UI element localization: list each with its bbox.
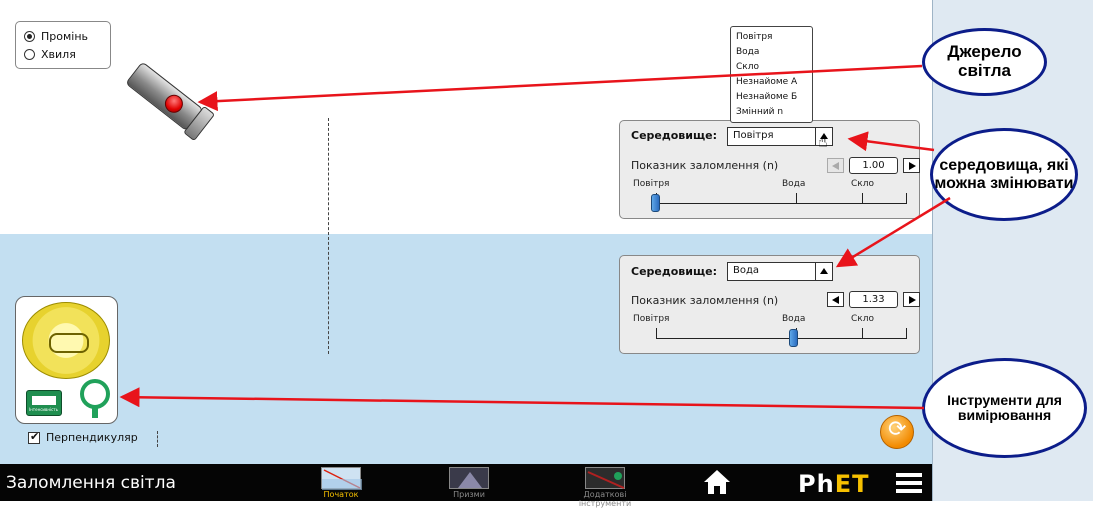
top-medium-label: Середовище: [631,129,717,142]
top-slider-tick-water [796,193,797,204]
menu-icon[interactable] [896,473,922,493]
bottom-refractive-index-label: Показник заломлення (n) [631,294,779,307]
mode-ray-option[interactable]: Промінь [24,27,102,45]
more-tools-icon [587,471,625,489]
simulation-stage: Промінь Хвиля Середовище: Повітря Показн… [0,0,1093,508]
top-medium-combo-value: Повітря [733,130,774,141]
top-slider-track[interactable] [656,203,906,204]
bottom-ri-decrement-button[interactable] [827,292,844,307]
callout-media: середовища, які можна змінювати [930,128,1078,221]
protractor-icon[interactable] [22,302,110,379]
top-slider-label-glass: Скло [851,179,874,189]
perpendicular-label: Перпендикуляр [46,431,138,444]
top-slider-tick-glass [862,193,863,204]
intro-ray-icon [322,469,362,490]
perpendicular-checkbox[interactable] [28,430,40,444]
dropdown-option-glass[interactable]: Скло [736,60,807,75]
top-slider-label-air: Повітря [633,179,670,189]
screen-prisms-thumbnail [449,467,489,489]
radio-ray[interactable] [24,30,35,42]
screen-intro-thumbnail [321,467,362,490]
radio-wave[interactable] [24,48,35,60]
phet-logo[interactable]: PhET [798,470,869,498]
top-medium-control-panel: Середовище: Повітря Показник заломлення … [619,120,920,219]
screen-prisms-button[interactable]: Призми [424,464,514,501]
dropdown-option-custom[interactable]: Змінний n [736,105,807,120]
dropdown-option-water[interactable]: Вода [736,45,807,60]
medium-dropdown-list[interactable]: Повітря Вода Скло Незнайоме А Незнайоме … [730,26,813,123]
screen-more-tools-button[interactable]: Додаткові інструменти [560,464,650,508]
bottom-medium-control-panel: Середовище: Вода Показник заломлення (n)… [619,255,920,354]
navigation-bar: Заломлення світла Початок Призми Додатко… [0,464,932,508]
callout-tools: Інструменти для вимірювання [922,358,1087,458]
perpendicular-separator [157,431,158,447]
dropdown-option-mystery-b[interactable]: Незнайоме Б [736,90,807,105]
top-slider-thumb[interactable] [651,194,660,212]
dropdown-option-air[interactable]: Повітря [736,30,807,45]
dropdown-option-mystery-a[interactable]: Незнайоме А [736,75,807,90]
tools-toolbox: Інтенсивність [15,296,118,424]
intensity-probe-stem [92,408,98,418]
top-ri-value[interactable]: 1.00 [849,157,898,174]
top-slider-label-water: Вода [782,179,806,189]
bottom-slider-tick-glass [862,328,863,339]
intensity-meter-label: Інтенсивність [29,407,58,412]
bottom-ri-increment-button[interactable] [903,292,920,307]
top-ri-increment-button[interactable] [903,158,920,173]
bottom-slider-label-water: Вода [782,314,806,324]
bottom-slider-track[interactable] [656,338,906,339]
app-title: Заломлення світла [6,473,176,493]
hand-cursor-icon: ☝ [818,132,828,151]
mode-ray-label: Промінь [41,29,89,43]
bottom-medium-label: Середовище: [631,265,717,278]
bottom-ri-value[interactable]: 1.33 [849,291,898,308]
normal-dashed-line [328,118,329,354]
top-refractive-index-label: Показник заломлення (n) [631,159,779,172]
reset-icon[interactable] [880,415,914,449]
bottom-medium-combo[interactable]: Вода [727,262,833,281]
callout-light-source: Джерело світла [922,28,1047,96]
perpendicular-checkbox-row[interactable]: Перпендикуляр [28,430,138,444]
mode-wave-label: Хвиля [41,47,76,61]
home-icon[interactable] [702,467,732,497]
bottom-slider-label-glass: Скло [851,314,874,324]
screen-intro-button[interactable]: Початок [296,464,386,501]
ray-wave-mode-panel: Промінь Хвиля [15,21,111,69]
bottom-slider-tick-end [906,328,907,339]
intensity-meter-icon[interactable]: Інтенсивність [26,390,62,416]
screen-more-tools-thumbnail [585,467,625,489]
bottom-combo-arrow-icon[interactable] [815,263,832,280]
bottom-slider-tick-air [656,328,657,339]
bottom-slider-label-air: Повітря [633,314,670,324]
screen-intro-label: Початок [323,490,359,499]
intensity-meter-screen [32,396,56,405]
screen-more-tools-label: Додаткові інструменти [578,490,632,508]
prism-icon [458,472,482,488]
screen-prisms-label: Призми [453,490,485,499]
top-slider-tick-end [906,193,907,204]
mode-wave-option[interactable]: Хвиля [24,45,102,63]
intensity-probe-icon[interactable] [80,379,110,409]
bottom-slider-thumb[interactable] [788,329,798,347]
bottom-medium-combo-value: Вода [733,265,760,276]
top-ri-decrement-button[interactable] [827,158,844,173]
